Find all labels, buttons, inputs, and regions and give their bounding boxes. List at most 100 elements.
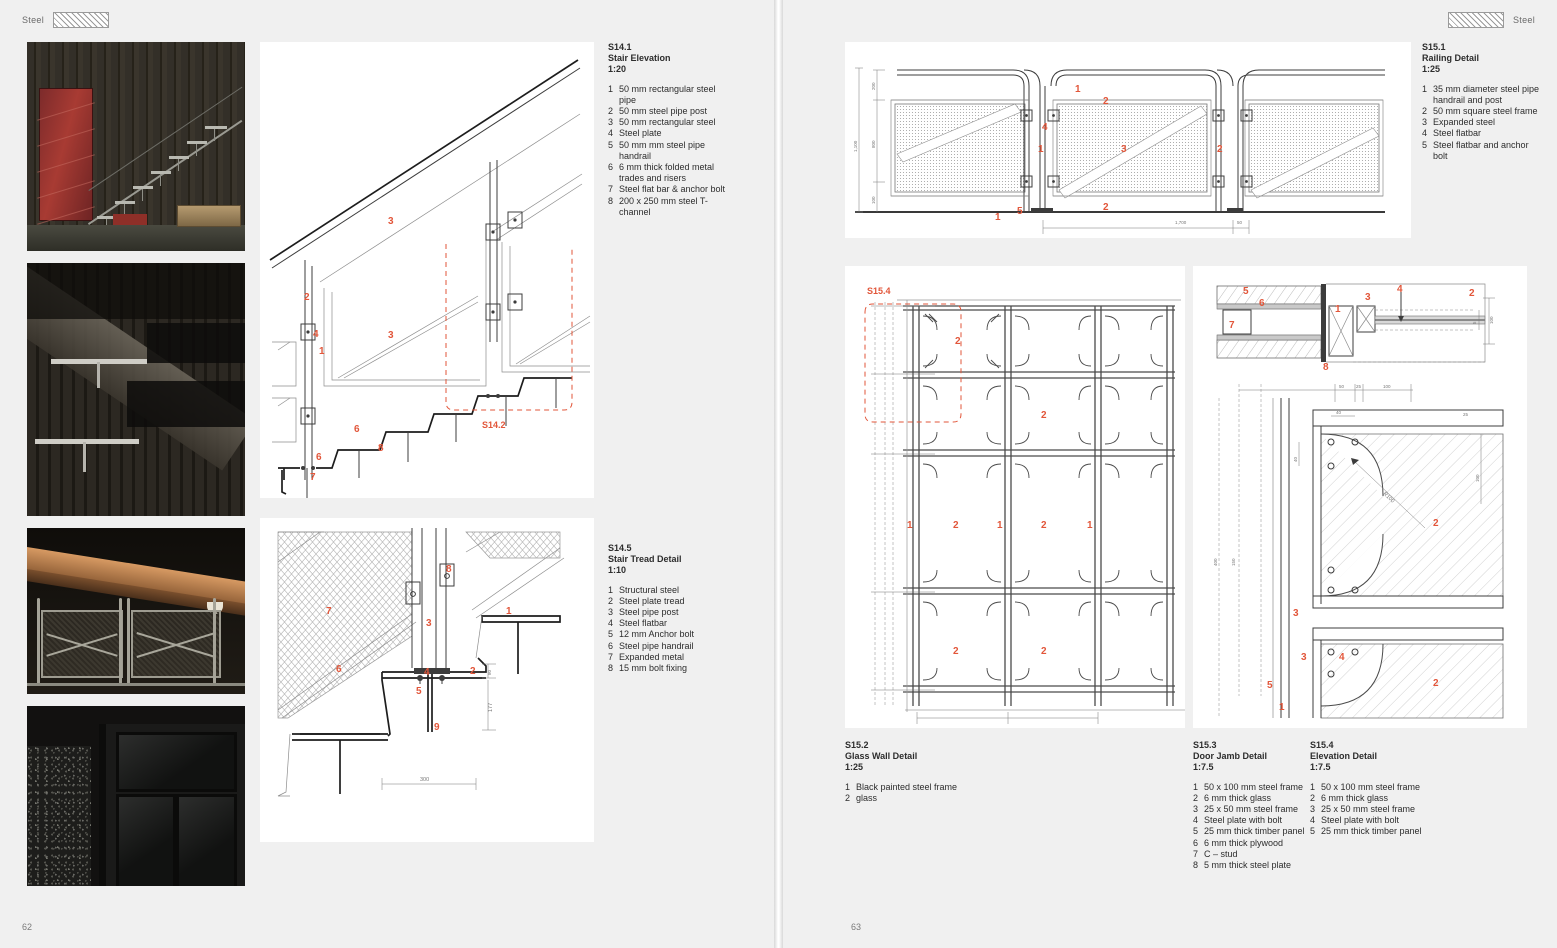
s15-1-drawing: 1,100 200 800 100 1,700 50 1 1 1 2 2 2 3… <box>845 42 1411 238</box>
dim-800: 800 <box>871 140 876 148</box>
s15-2-caption: S15.2 Glass Wall Detail 1:25 1 Black pain… <box>845 740 985 804</box>
svg-text:6: 6 <box>354 424 360 435</box>
legend-item: 3 50 mm rectangular steel <box>608 117 716 128</box>
svg-text:6: 6 <box>316 452 322 463</box>
s15-1-code: S15.1 <box>1422 42 1446 52</box>
glazed-door-photo <box>27 706 245 886</box>
s14-5-code: S14.5 <box>608 543 632 553</box>
page-number-left: 62 <box>22 922 33 932</box>
s14-1-legend: 1 50 mm rectangular steel pipe 2 50 mm ste… <box>608 84 728 218</box>
svg-text:6: 6 <box>1259 298 1265 309</box>
svg-text:2: 2 <box>1469 288 1475 299</box>
hatch-swatch-icon <box>53 12 110 28</box>
svg-text:2: 2 <box>955 336 961 347</box>
book-spread: Steel Steel 62 63 S14.2 3 2 4 1 3 6 6 8 … <box>0 0 1557 948</box>
railing-svg: 1,100 200 800 100 1,700 50 1 1 1 2 2 2 3… <box>853 67 1385 234</box>
s15-4-caption: S15.4 Elevation Detail 1:7.5 1 50 x 100 m… <box>1310 740 1422 838</box>
svg-text:100: 100 <box>1475 474 1480 482</box>
header-right-label: Steel <box>1512 15 1535 25</box>
svg-text:3: 3 <box>1293 608 1299 619</box>
svg-text:2: 2 <box>1433 518 1439 529</box>
svg-text:4: 4 <box>313 329 319 340</box>
legend-item: 2 50 mm square steel frame <box>1422 106 1538 117</box>
legend-item: 4 Steel flatbar <box>1422 128 1482 139</box>
hatch-swatch-icon <box>1447 12 1504 28</box>
legend-item: 7 Steel flat bar & anchor bolt <box>608 184 726 195</box>
svg-text:3: 3 <box>388 330 394 341</box>
legend-item: 3 Steel pipe post <box>608 607 679 618</box>
legend-item: 66 mm thick plywood <box>1193 837 1284 848</box>
svg-text:3: 3 <box>388 216 394 227</box>
svg-text:3: 3 <box>1301 652 1307 663</box>
s15-4-code: S15.4 <box>1310 740 1334 750</box>
svg-text:4: 4 <box>1042 122 1048 133</box>
header-right: Steel <box>1447 12 1535 28</box>
svg-text:100: 100 <box>1489 316 1494 324</box>
legend-item: 7C – stud <box>1193 848 1238 859</box>
svg-text:8: 8 <box>1323 362 1329 373</box>
svg-text:5: 5 <box>416 686 422 697</box>
s15-4-legend: 1 50 x 100 mm steel frame 26 mm thick gla… <box>1310 782 1422 838</box>
s15-4-title: Elevation Detail <box>1310 751 1378 762</box>
svg-text:40: 40 <box>1336 410 1342 415</box>
glass-wall-svg: S15.4 2 2 2 2 2 2 1 1 1 <box>864 286 1185 724</box>
legend-item: 5 Steel flatbar and anchor bolt <box>1422 139 1529 161</box>
s14-1-code: S14.1 <box>608 42 632 52</box>
svg-text:400: 400 <box>1213 558 1218 566</box>
legend-item: 1 50 x 100 mm steel frame <box>1193 781 1304 792</box>
svg-text:1: 1 <box>1335 304 1341 315</box>
s15-2-title: Glass Wall Detail <box>845 751 918 762</box>
svg-text:8: 8 <box>446 564 452 575</box>
svg-text:2: 2 <box>953 520 959 531</box>
s15-1-scale: 1:25 <box>1422 64 1441 75</box>
s15-1-caption: S15.1 Railing Detail 1:25 1 35 mm diamete… <box>1422 42 1540 162</box>
legend-item: 5 25 mm thick timber panel <box>1193 826 1305 837</box>
stair-tread-svg: 80 177 300 7 6 3 8 4 5 2 1 9 <box>277 528 565 797</box>
s14-1-scale: 1:20 <box>608 64 627 75</box>
legend-item: 8 15 mm bolt fixing <box>608 663 688 674</box>
photo-column <box>27 42 245 898</box>
svg-text:6: 6 <box>336 664 342 675</box>
svg-text:1: 1 <box>319 346 325 357</box>
s14-1-caption: S14.1 Stair Elevation 1:20 1 50 mm rectan… <box>608 42 728 218</box>
legend-item: 3 Expanded steel <box>1422 117 1496 128</box>
legend-item: 26 mm thick glass <box>1310 792 1389 803</box>
dim-177: 177 <box>488 703 494 712</box>
s14-5-drawing: 80 177 300 7 6 3 8 4 5 2 1 9 <box>260 518 594 842</box>
legend-item: 8 200 x 250 mm steel T- channel <box>608 195 708 217</box>
s15-4-scale: 1:7.5 <box>1310 762 1331 773</box>
svg-text:25: 25 <box>1356 384 1362 389</box>
svg-text:1: 1 <box>995 212 1001 223</box>
svg-text:5: 5 <box>1017 206 1023 217</box>
svg-text:7: 7 <box>326 606 332 617</box>
s15-2-code: S15.2 <box>845 740 869 750</box>
s15-1-legend: 1 35 mm diameter steel pipe handrail and … <box>1422 84 1540 162</box>
svg-text:150: 150 <box>1231 558 1236 566</box>
s14-5-title: Stair Tread Detail <box>608 554 682 565</box>
legend-item: 66 mm thick folded metal trades and rise… <box>608 162 715 184</box>
svg-text:7: 7 <box>310 472 316 483</box>
legend-item: 1 Structural steel <box>608 584 680 595</box>
svg-text:100: 100 <box>1383 384 1391 389</box>
svg-text:1: 1 <box>1075 84 1081 95</box>
legend-item: 26 mm thick glass <box>1193 792 1272 803</box>
legend-item: 85 mm thick steel plate <box>1193 860 1292 871</box>
svg-text:2: 2 <box>1217 144 1223 155</box>
s15-3-scale: 1:7.5 <box>1193 762 1214 773</box>
dim-1700: 1,700 <box>1175 220 1187 225</box>
legend-item: 4 Steel flatbar <box>608 618 668 629</box>
callout-s14-2: S14.2 <box>482 420 506 430</box>
callout-s15-4: S15.4 <box>867 286 891 296</box>
dim-100: 100 <box>871 196 876 204</box>
legend-item: 4 Steel plate <box>608 128 662 139</box>
svg-text:4: 4 <box>424 667 430 678</box>
svg-text:8: 8 <box>378 443 384 454</box>
legend-item: 4 Steel plate with bolt <box>1310 815 1400 826</box>
mesh-railing-photo <box>27 528 245 694</box>
s15-3-code: S15.3 <box>1193 740 1217 750</box>
svg-text:2: 2 <box>1103 96 1109 107</box>
legend-item: 1 Black painted steel frame <box>845 781 958 792</box>
svg-text:1: 1 <box>997 520 1003 531</box>
svg-text:4: 4 <box>1397 284 1403 295</box>
s14-5-legend: 1 Structural steel 2 Steel plate tread 3 St… <box>608 585 728 675</box>
